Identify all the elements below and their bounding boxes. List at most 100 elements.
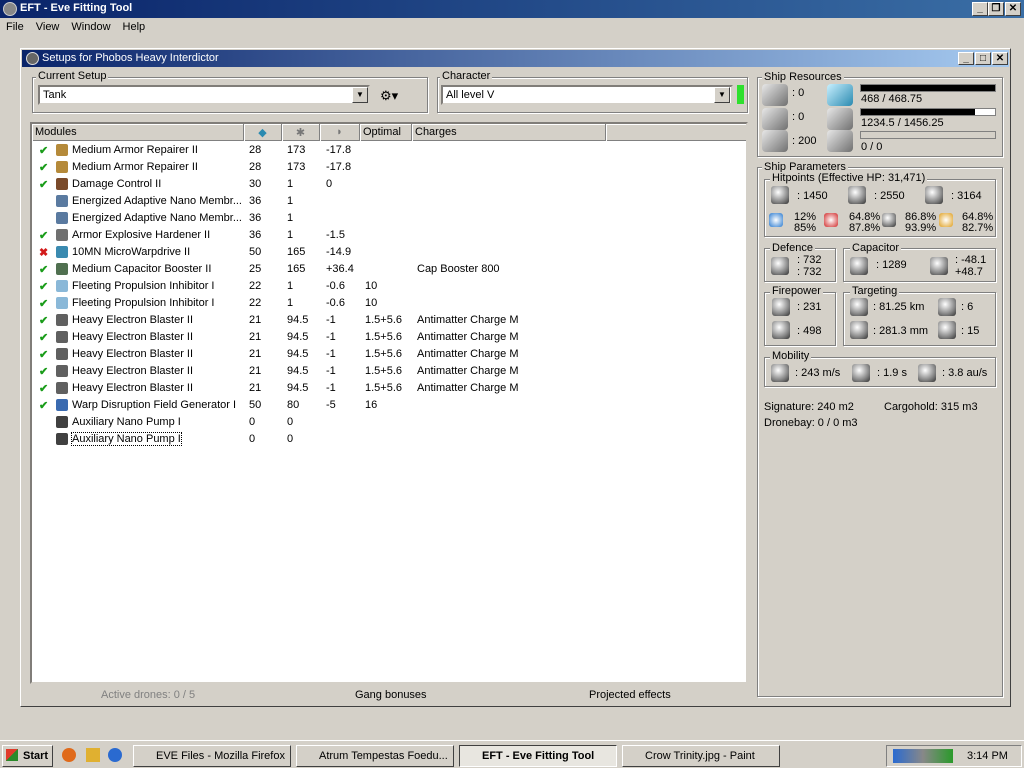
max-targets: : 6 xyxy=(961,301,974,313)
table-row[interactable]: ✔ Medium Armor Repairer II 28 173 -17.8 xyxy=(32,142,746,159)
thermal-resist-icon xyxy=(824,213,838,227)
module-status-icon: ✔ xyxy=(39,332,49,344)
gang-bonuses-tab[interactable]: Gang bonuses xyxy=(355,689,427,701)
module-optimal: 1.5+5.6 xyxy=(365,365,403,377)
menu-file[interactable]: File xyxy=(0,18,30,33)
active-drones-tab[interactable]: Active drones: 0 / 5 xyxy=(101,689,195,701)
table-row[interactable]: ✔ Heavy Electron Blaster II 21 94.5 -1 1.5+5.… xyxy=(32,363,746,380)
modules-header: Modules ◆ ✱ ◗ Optimal Charges xyxy=(32,124,746,141)
em-resist-icon xyxy=(769,213,783,227)
close-icon[interactable]: ✕ xyxy=(1005,2,1021,16)
module-cpu: 0 xyxy=(249,433,256,445)
col-powergrid[interactable]: ✱ xyxy=(282,124,320,141)
volley-icon xyxy=(772,321,790,339)
module-icon xyxy=(56,229,68,241)
sensor-strength: : 15 xyxy=(961,325,980,337)
table-row[interactable]: ✔ Heavy Electron Blaster II 21 94.5 -1 1.5+5.… xyxy=(32,312,746,329)
kinetic-resist-2: 93.9% xyxy=(905,222,937,234)
modules-list[interactable]: Modules ◆ ✱ ◗ Optimal Charges ✔ Medium Ar… xyxy=(30,122,748,684)
clock[interactable]: 3:14 PM xyxy=(967,750,1008,762)
firefox-quicklaunch-icon[interactable] xyxy=(62,748,76,762)
module-name: Heavy Electron Blaster II xyxy=(72,314,194,326)
col-charges[interactable]: Charges xyxy=(412,124,606,141)
module-powergrid: 94.5 xyxy=(287,314,309,326)
module-name: Heavy Electron Blaster II xyxy=(72,382,194,394)
tray-icons[interactable] xyxy=(893,749,953,763)
calibration-icon xyxy=(762,130,788,152)
turrets-value: : 0 xyxy=(792,87,805,99)
module-cpu: 36 xyxy=(249,195,262,207)
menu-window[interactable]: Window xyxy=(65,18,116,33)
table-row[interactable]: Auxiliary Nano Pump I 0 0 xyxy=(32,431,746,448)
projected-effects-tab[interactable]: Projected effects xyxy=(589,689,671,701)
table-row[interactable]: Energized Adaptive Nano Membr... 36 1 xyxy=(32,210,746,227)
table-row[interactable]: Auxiliary Nano Pump I 0 0 xyxy=(32,414,746,431)
setup-menu-icon[interactable]: ⚙▾ xyxy=(380,88,398,104)
module-cpu: 36 xyxy=(249,229,262,241)
chevron-down-icon[interactable]: ▼ xyxy=(352,87,368,103)
table-row[interactable]: ✔ Heavy Electron Blaster II 21 94.5 -1 1.5+5.… xyxy=(32,380,746,397)
armor-icon xyxy=(848,186,866,204)
table-row[interactable]: ✖ 10MN MicroWarpdrive II 50 165 -14.9 xyxy=(32,244,746,261)
app-title-bar[interactable]: EFT - Eve Fitting Tool xyxy=(0,0,1024,18)
character-select[interactable]: All level V xyxy=(441,85,733,105)
col-modules[interactable]: Modules xyxy=(32,124,244,141)
module-icon xyxy=(56,212,68,224)
col-capacitor[interactable]: ◗ xyxy=(320,124,360,141)
restore-icon[interactable]: ❐ xyxy=(988,2,1004,16)
task-paint[interactable]: Crow Trinity.jpg - Paint xyxy=(622,745,780,767)
task-firefox[interactable]: EVE Files - Mozilla Firefox xyxy=(133,745,291,767)
table-row[interactable]: ✔ Armor Explosive Hardener II 36 1 -1.5 xyxy=(32,227,746,244)
capacitor-amount: : 1289 xyxy=(876,259,907,271)
module-status-icon: ✔ xyxy=(39,264,49,276)
module-cpu: 21 xyxy=(249,382,262,394)
col-optimal[interactable]: Optimal xyxy=(360,124,412,141)
module-icon xyxy=(56,280,68,292)
task-forum[interactable]: Atrum Tempestas Foedu... xyxy=(296,745,454,767)
table-row[interactable]: ✔ Heavy Electron Blaster II 21 94.5 -1 1.5+5.… xyxy=(32,346,746,363)
module-name: Energized Adaptive Nano Membr... xyxy=(72,212,242,224)
table-row[interactable]: ✔ Fleeting Propulsion Inhibitor I 22 1 -0.6 1… xyxy=(32,295,746,312)
media-quicklaunch-icon[interactable] xyxy=(108,748,122,762)
explosive-resist-icon xyxy=(939,213,953,227)
shield-hp: : 1450 xyxy=(797,190,828,202)
chevron-down-icon[interactable]: ▼ xyxy=(714,87,730,103)
cpu-bar-fill xyxy=(861,85,995,91)
module-powergrid: 94.5 xyxy=(287,331,309,343)
module-name: Fleeting Propulsion Inhibitor I xyxy=(72,280,215,292)
module-icon xyxy=(56,433,68,445)
repair-icon xyxy=(771,257,789,275)
minimize-icon[interactable]: _ xyxy=(972,2,988,16)
module-powergrid: 1 xyxy=(287,297,294,309)
col-cpu[interactable]: ◆ xyxy=(244,124,282,141)
module-powergrid: 173 xyxy=(287,161,306,173)
child-close-icon[interactable]: ✕ xyxy=(992,52,1008,65)
module-name: Auxiliary Nano Pump I xyxy=(72,416,181,428)
table-row[interactable]: ✔ Damage Control II 30 1 0 xyxy=(32,176,746,193)
table-row[interactable]: ✔ Heavy Electron Blaster II 21 94.5 -1 1.5+5.… xyxy=(32,329,746,346)
module-capacitor: -1 xyxy=(326,365,336,377)
folder-quicklaunch-icon[interactable] xyxy=(86,748,100,762)
setup-select[interactable]: Tank xyxy=(38,85,370,105)
module-name: 10MN MicroWarpdrive II xyxy=(72,246,191,258)
table-row[interactable]: Energized Adaptive Nano Membr... 36 1 xyxy=(32,193,746,210)
table-row[interactable]: ✔ Medium Capacitor Booster II 25 165 +36.4 Ca… xyxy=(32,261,746,278)
menu-help[interactable]: Help xyxy=(117,18,152,33)
module-optimal: 10 xyxy=(365,280,378,292)
module-icon xyxy=(56,416,68,428)
launcher-hardpoint-icon xyxy=(762,108,788,130)
table-row[interactable]: ✔ Fleeting Propulsion Inhibitor I 22 1 -0.6 1… xyxy=(32,278,746,295)
menu-view[interactable]: View xyxy=(30,18,66,33)
table-row[interactable]: ✔ Medium Armor Repairer II 28 173 -17.8 xyxy=(32,159,746,176)
table-row[interactable]: ✔ Warp Disruption Field Generator I 50 80 -5… xyxy=(32,397,746,414)
module-name: Medium Armor Repairer II xyxy=(72,161,198,173)
child-minimize-icon[interactable]: _ xyxy=(958,52,974,65)
max-velocity: : 243 m/s xyxy=(795,367,841,379)
task-eft-label: EFT - Eve Fitting Tool xyxy=(482,750,595,762)
task-eft[interactable]: EFT - Eve Fitting Tool xyxy=(459,745,617,767)
firepower-label: Firepower xyxy=(770,285,823,297)
child-maximize-icon[interactable]: □ xyxy=(975,52,991,65)
targeting-label: Targeting xyxy=(850,285,900,297)
setup-window-title-bar[interactable]: Setups for Phobos Heavy Interdictor xyxy=(22,50,1009,67)
module-name: Medium Capacitor Booster II xyxy=(72,263,212,275)
